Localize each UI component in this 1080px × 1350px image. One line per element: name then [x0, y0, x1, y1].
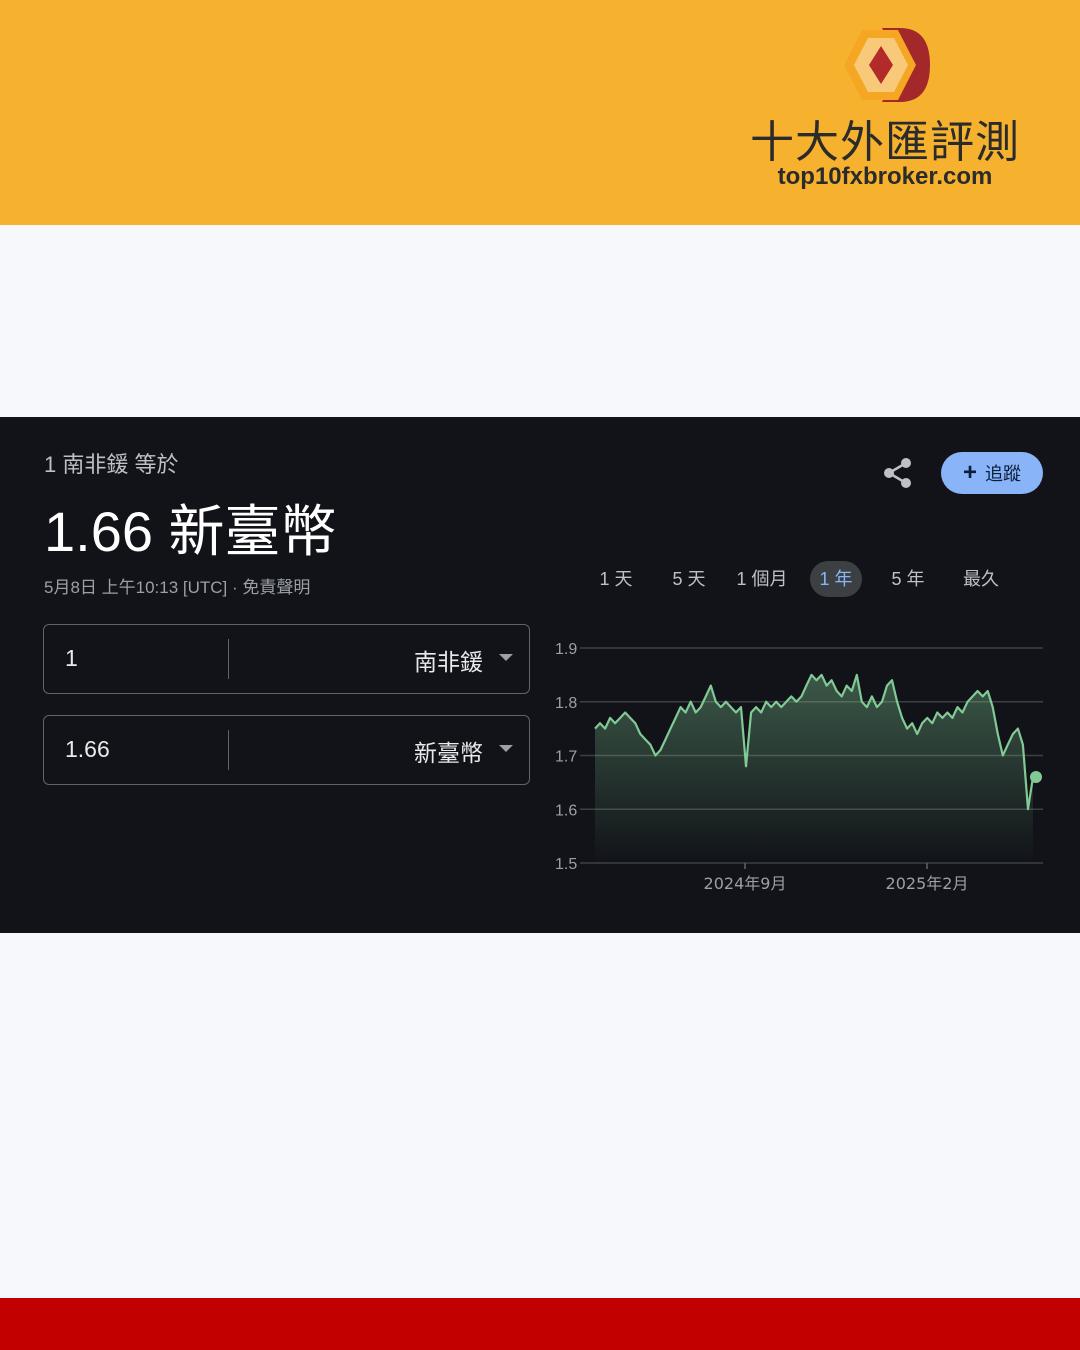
y-tick-label: 1.7 [555, 749, 577, 766]
x-tick-label: 2024年9月 [704, 874, 787, 893]
y-tick-label: 1.8 [555, 695, 577, 712]
timestamp-disclaimer[interactable]: 5月8日 上午10:13 [UTC] · 免責聲明 [44, 573, 310, 598]
chart-current-point [1030, 771, 1042, 783]
x-tick-label: 2025年2月 [886, 874, 969, 893]
from-currency-select[interactable]: 南非鍰 [414, 643, 483, 677]
y-tick-label: 1.5 [555, 856, 577, 873]
equals-label: 1 南非鍰 等於 [44, 452, 179, 477]
tab-range-5y[interactable]: 5 年 [878, 561, 938, 597]
brand-url: top10fxbroker.com [777, 163, 993, 190]
tab-range-1d[interactable]: 1 天 [586, 561, 646, 597]
divider [228, 639, 229, 679]
brand-name: 十大外匯評測 [750, 117, 1020, 168]
from-amount-input[interactable]: 1 [65, 645, 78, 672]
y-tick-label: 1.9 [555, 641, 577, 658]
follow-button[interactable]: + 追蹤 [941, 452, 1043, 494]
chevron-down-icon[interactable] [499, 654, 513, 661]
exchange-rate-chart: 1.9 1.8 1.7 1.6 1.5 2024年9月 2025年2月 [555, 641, 1043, 893]
to-amount-input[interactable]: 1.66 [65, 736, 110, 763]
logo-icon [844, 28, 930, 102]
conversion-result: 1.66 新臺幣 [44, 500, 337, 563]
currency-converter-widget: 1 南非鍰 等於 1.66 新臺幣 5月8日 上午10:13 [UTC] · 免… [0, 417, 1080, 933]
to-currency-select[interactable]: 新臺幣 [414, 734, 483, 768]
tab-range-5d[interactable]: 5 天 [658, 561, 720, 597]
chevron-down-icon[interactable] [499, 745, 513, 752]
footer-band [0, 1298, 1080, 1350]
divider [228, 730, 229, 770]
header-band: 十大外匯評測 top10fxbroker.com [0, 0, 1080, 225]
tab-range-1m[interactable]: 1 個月 [728, 561, 796, 597]
y-tick-label: 1.6 [555, 802, 577, 819]
plus-icon: + [962, 459, 977, 486]
tab-range-max[interactable]: 最久 [950, 561, 1012, 597]
tab-range-1y[interactable]: 1 年 [810, 561, 862, 597]
from-currency-row: 1 南非鍰 [43, 624, 530, 694]
follow-label: 追蹤 [985, 464, 1021, 484]
share-icon[interactable] [880, 455, 916, 491]
to-currency-row: 1.66 新臺幣 [43, 715, 530, 785]
